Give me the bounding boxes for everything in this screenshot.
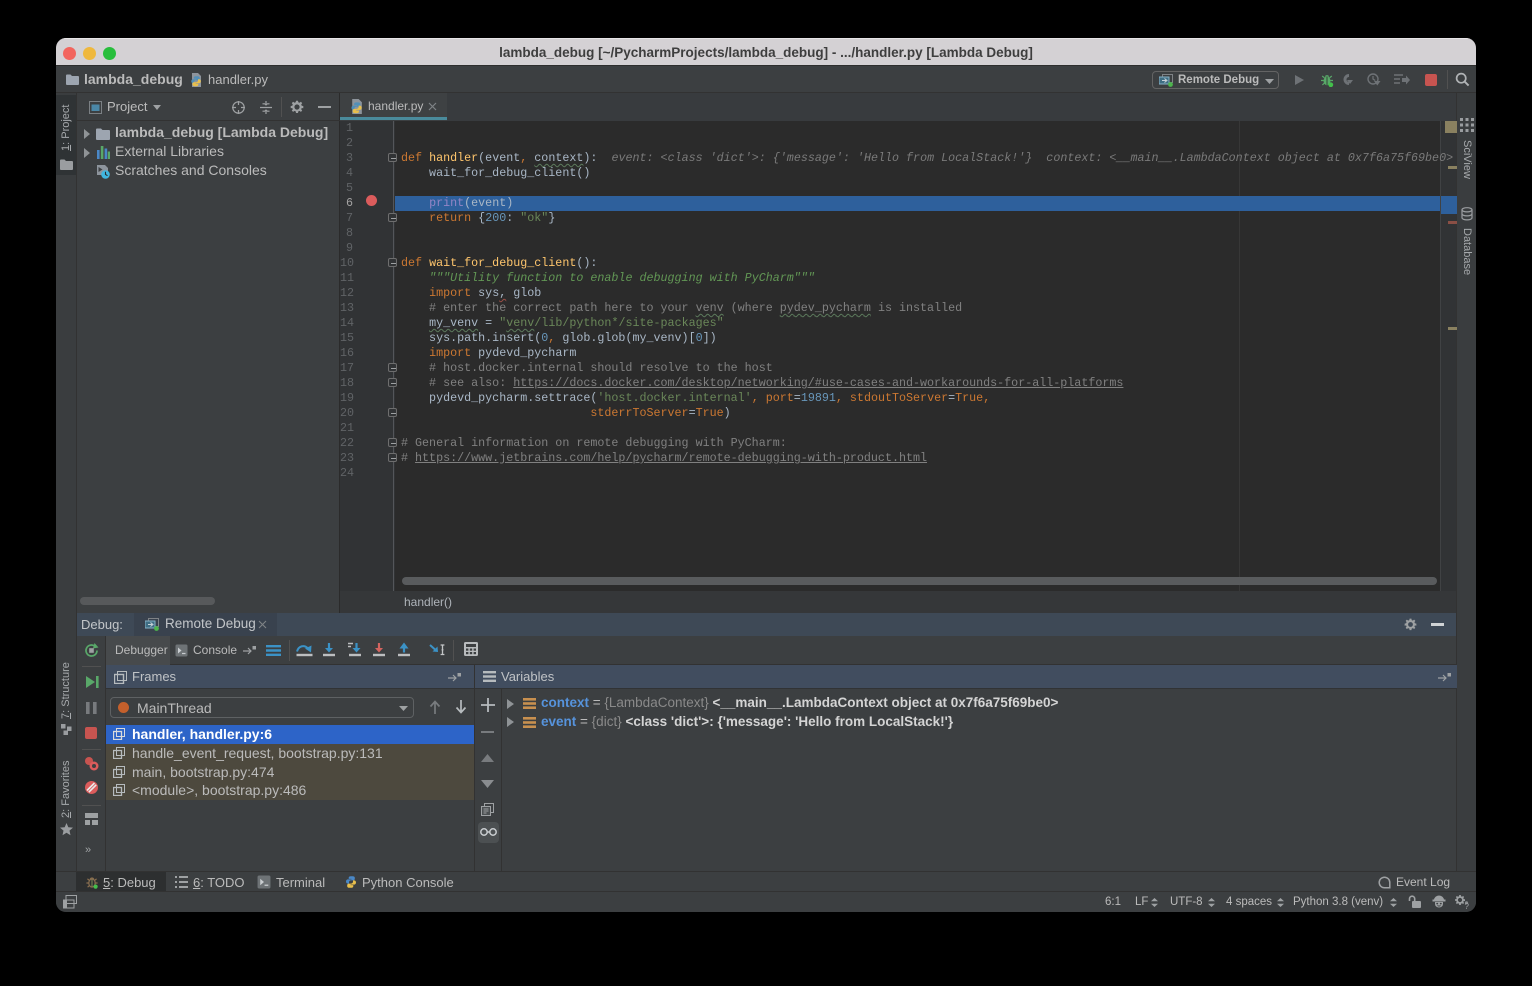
svg-text:?: ?: [1465, 902, 1470, 909]
